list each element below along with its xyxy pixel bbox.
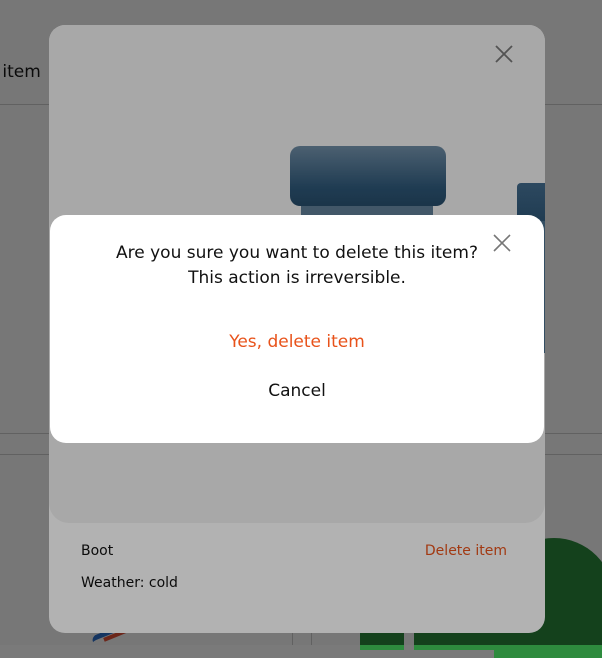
cancel-button[interactable]: Cancel: [50, 381, 544, 401]
delete-confirm-dialog: Are you sure you want to delete this ite…: [50, 215, 544, 443]
confirm-message: Are you sure you want to delete this ite…: [50, 241, 544, 291]
confirm-message-line: Are you sure you want to delete this ite…: [116, 243, 478, 263]
confirm-delete-button[interactable]: Yes, delete item: [50, 332, 544, 352]
confirm-message-line: This action is irreversible.: [188, 268, 406, 288]
